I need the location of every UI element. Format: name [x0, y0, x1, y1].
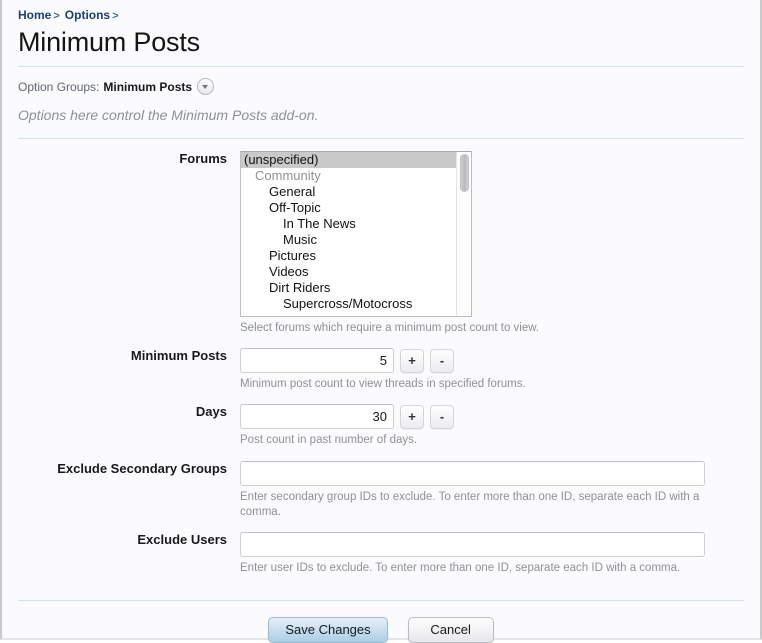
form-row-exclude-secondary-groups: Exclude Secondary Groups Enter secondary… [18, 461, 744, 520]
forums-option[interactable]: Community [241, 168, 471, 184]
minimum-posts-label: Minimum Posts [130, 348, 227, 363]
page-title: Minimum Posts [18, 27, 200, 57]
minimum-posts-decrement-button[interactable]: - [430, 348, 454, 373]
page-description: Options here control the Minimum Posts a… [18, 107, 319, 123]
forums-option[interactable]: Videos [241, 264, 471, 280]
forums-option[interactable]: General [241, 184, 471, 200]
exclude-users-hint: Enter user IDs to exclude. To enter more… [240, 562, 681, 574]
forums-label: Forums [179, 151, 227, 166]
forums-hint: Select forums which require a minimum po… [240, 322, 540, 334]
minimum-posts-increment-button[interactable]: + [400, 348, 424, 373]
form-row-forums: Forums (unspecified) Community General Off-… [18, 151, 744, 336]
breadcrumb-item-options[interactable]: Options [65, 8, 110, 22]
forums-listbox[interactable]: (unspecified) Community General Off-Topic In… [240, 151, 472, 317]
breadcrumb-separator: > [53, 10, 60, 22]
exclude-secondary-groups-label: Exclude Secondary Groups [57, 461, 227, 476]
minimum-posts-input[interactable] [240, 348, 394, 373]
days-increment-button[interactable]: + [400, 404, 424, 429]
exclude-secondary-groups-hint: Enter secondary group IDs to exclude. To… [240, 491, 700, 518]
days-label: Days [195, 404, 227, 419]
exclude-users-input[interactable] [240, 532, 705, 557]
exclude-secondary-groups-input[interactable] [240, 461, 705, 486]
option-groups-value[interactable]: Minimum Posts [103, 79, 192, 95]
form-row-exclude-users: Exclude Users Enter user IDs to exclude.… [18, 532, 744, 576]
days-stepper: + - [240, 404, 744, 429]
minimum-posts-hint: Minimum post count to view threads in sp… [240, 378, 526, 390]
forums-option[interactable]: In The News [241, 216, 471, 232]
forums-option[interactable]: Off-Topic [241, 200, 471, 216]
section-divider [18, 138, 744, 139]
chevron-down-icon[interactable] [197, 78, 215, 95]
form-actions: Save Changes Cancel [18, 601, 744, 643]
forums-option[interactable]: Dirt Riders [241, 280, 471, 296]
minimum-posts-stepper: + - [240, 348, 744, 373]
form-row-days: Days + - Post count in past number of da… [18, 404, 744, 448]
breadcrumb-separator: > [112, 10, 119, 22]
forums-scrollbar[interactable] [456, 152, 471, 316]
days-hint: Post count in past number of days. [240, 434, 418, 446]
forums-option[interactable]: Pictures [241, 248, 471, 264]
days-input[interactable] [240, 404, 394, 429]
breadcrumb: Home > Options > [18, 0, 744, 23]
option-groups-label: Option Groups: [18, 79, 100, 94]
forums-option-list[interactable]: (unspecified) Community General Off-Topic In… [241, 152, 471, 312]
options-form: Forums (unspecified) Community General Off-… [18, 151, 744, 576]
cancel-button[interactable]: Cancel [407, 617, 494, 643]
save-changes-button[interactable]: Save Changes [268, 617, 388, 643]
breadcrumb-item-home[interactable]: Home [18, 8, 51, 22]
forums-option[interactable]: (unspecified) [241, 152, 471, 168]
admin-page: Home > Options > Minimum Posts Option Group… [0, 0, 762, 643]
days-decrement-button[interactable]: - [430, 404, 454, 429]
forums-option[interactable]: Music [241, 232, 471, 248]
forums-option[interactable]: Supercross/Motocross [241, 296, 471, 312]
forums-scrollbar-thumb[interactable] [460, 154, 469, 192]
exclude-users-label: Exclude Users [137, 532, 227, 547]
option-groups-selector: Option Groups: Minimum Posts [18, 78, 744, 95]
title-divider [18, 66, 744, 67]
form-row-minimum-posts: Minimum Posts + - Minimum post count to … [18, 348, 744, 392]
